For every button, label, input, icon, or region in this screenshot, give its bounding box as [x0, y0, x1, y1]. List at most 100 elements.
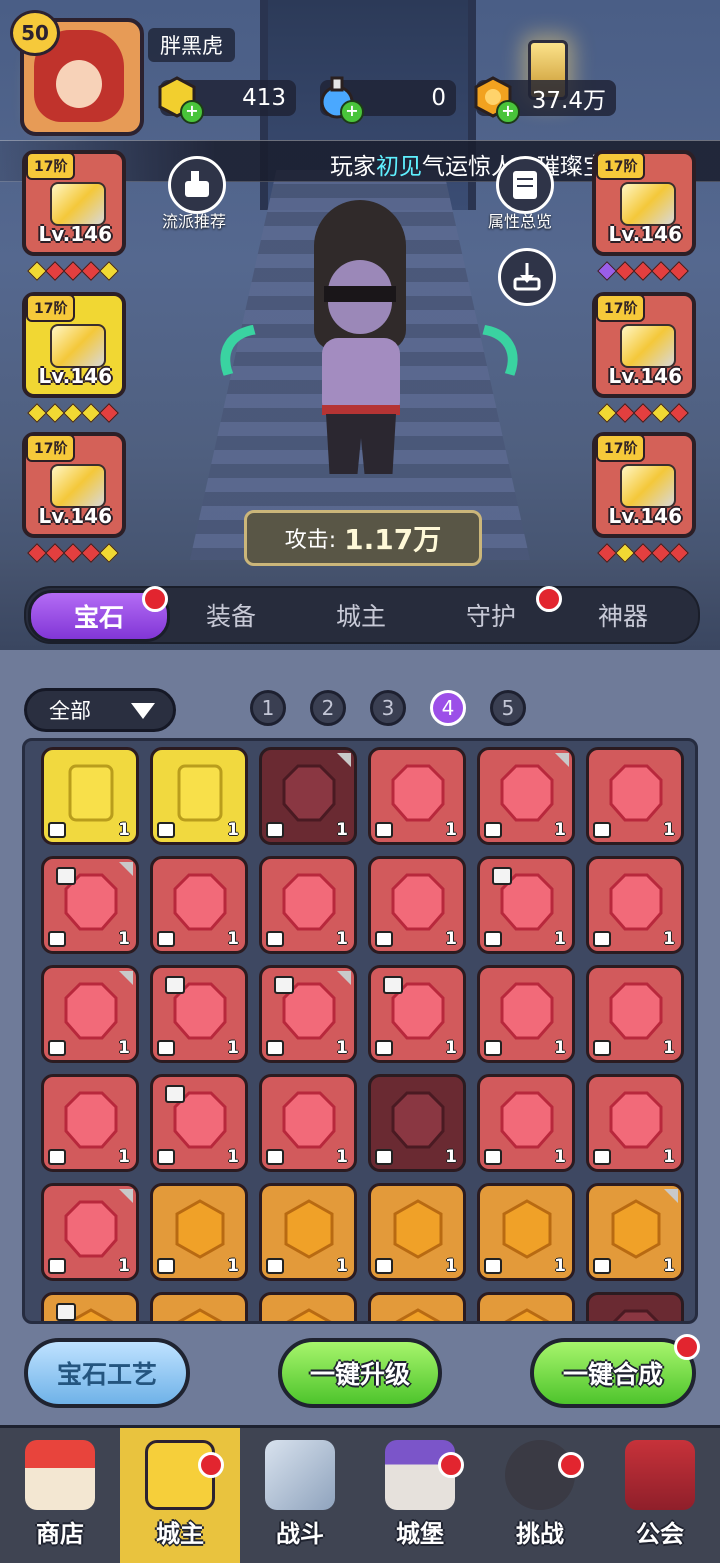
dropdown-triangle-icon — [131, 703, 155, 719]
gem-quantity: 1 — [227, 1038, 239, 1058]
download-button[interactable] — [498, 248, 556, 306]
gem-quantity: 1 — [554, 820, 566, 840]
gem-quantity: 1 — [445, 929, 457, 949]
page-5-button[interactable]: 5 — [490, 690, 526, 726]
nav-battle[interactable]: 战斗 — [240, 1428, 360, 1563]
nav-guild[interactable]: 公会 — [600, 1428, 720, 1563]
player-name: 胖黑虎 — [148, 28, 235, 62]
ruby-gem-icon — [609, 873, 663, 931]
tab-lord[interactable]: 城主 — [296, 588, 426, 642]
category-tab-bar: 宝石 装备 城主 守护 神器 — [24, 586, 700, 644]
equip-level: Lv.146 — [38, 504, 113, 528]
gem-slot[interactable]: 1 — [259, 747, 357, 845]
plus-icon[interactable]: + — [496, 100, 520, 124]
gem-slot[interactable] — [41, 1292, 139, 1321]
gem-slot[interactable]: 1 — [150, 1183, 248, 1281]
gem-slot[interactable]: 1 — [259, 856, 357, 954]
gem-slot[interactable] — [477, 1292, 575, 1321]
page-1-button[interactable]: 1 — [250, 690, 286, 726]
crossed-swords-icon — [265, 1440, 335, 1510]
gem-slot[interactable]: 1 — [368, 1074, 466, 1172]
gold-resource[interactable]: + 37.4万 — [474, 76, 616, 124]
equip-type-icon — [157, 1149, 175, 1165]
equip-slot-ring[interactable]: 17阶 Lv.146 — [592, 292, 696, 398]
gem-slot[interactable]: 1 — [477, 1183, 575, 1281]
gem-slot[interactable]: 1 — [259, 1074, 357, 1172]
nav-challenge[interactable]: 挑战 — [480, 1428, 600, 1563]
gem-slot[interactable]: 1 — [368, 1183, 466, 1281]
nav-shop[interactable]: 商店 — [0, 1428, 120, 1563]
gem-slot[interactable]: 1 — [477, 965, 575, 1063]
ruby-gem-icon — [391, 1091, 445, 1149]
gem-slot[interactable] — [150, 1292, 248, 1321]
equip-gem-dots — [27, 261, 119, 281]
gem-craft-button[interactable]: 宝石工艺 — [24, 1338, 190, 1408]
gem-slot[interactable]: 1 — [41, 747, 139, 845]
gem-slot[interactable]: 1 — [586, 1183, 684, 1281]
equip-slot-hat[interactable]: 17阶 Lv.146 — [22, 150, 126, 256]
equip-type-icon — [593, 931, 611, 947]
page-4-button[interactable]: 4 — [430, 690, 466, 726]
nav-castle[interactable]: 城堡 — [360, 1428, 480, 1563]
tab-equipment[interactable]: 装备 — [166, 588, 296, 642]
gem-slot[interactable]: 1 — [150, 856, 248, 954]
potion-resource[interactable]: + 0 — [320, 76, 456, 124]
gem-slot[interactable]: 1 — [259, 965, 357, 1063]
gem-slot[interactable]: 1 — [368, 747, 466, 845]
gem-slot[interactable]: 1 — [586, 747, 684, 845]
gem-slot[interactable]: 1 — [41, 1183, 139, 1281]
equip-slot-necklace[interactable]: 17阶 Lv.146 — [592, 432, 696, 538]
equip-slot-weapon[interactable]: 17阶 Lv.146 — [592, 150, 696, 256]
equip-gem-dots — [27, 403, 119, 423]
gem-slot[interactable]: 1 — [586, 856, 684, 954]
equip-type-icon — [593, 1149, 611, 1165]
gem-slot[interactable]: 1 — [368, 965, 466, 1063]
gem-slot[interactable]: 1 — [259, 1183, 357, 1281]
gem-slot[interactable] — [259, 1292, 357, 1321]
page-3-button[interactable]: 3 — [370, 690, 406, 726]
gem-filter-dropdown[interactable]: 全部 — [24, 688, 176, 732]
equip-level: Lv.146 — [608, 504, 683, 528]
merge-all-button[interactable]: 一键合成 — [530, 1338, 696, 1408]
cube-resource[interactable]: + 413 — [158, 76, 296, 124]
gem-slot[interactable]: 1 — [586, 965, 684, 1063]
gem-slot[interactable]: 1 — [150, 747, 248, 845]
gem-slot[interactable]: 1 — [586, 1074, 684, 1172]
guild-banner-icon — [625, 1440, 695, 1510]
gem-slot[interactable]: 1 — [477, 747, 575, 845]
equip-type-icon — [375, 1040, 393, 1056]
equip-type-icon — [484, 1258, 502, 1274]
gem-slot[interactable]: 1 — [477, 856, 575, 954]
corner-marker-icon — [119, 971, 133, 985]
equip-level: Lv.146 — [608, 364, 683, 388]
gem-slot[interactable]: 1 — [41, 965, 139, 1063]
corner-marker-icon — [337, 753, 351, 767]
upgrade-all-button[interactable]: 一键升级 — [278, 1338, 442, 1408]
gem-slot[interactable]: 1 — [150, 965, 248, 1063]
gem-slot[interactable]: 1 — [368, 856, 466, 954]
gem-slot[interactable] — [368, 1292, 466, 1321]
equip-slot-armor[interactable]: 17阶 Lv.146 — [22, 292, 126, 398]
gem-slot[interactable]: 1 — [41, 856, 139, 954]
gem-slot[interactable]: 1 — [150, 1074, 248, 1172]
equip-type-icon — [375, 1149, 393, 1165]
plus-icon[interactable]: + — [180, 100, 204, 124]
gem-slot[interactable] — [586, 1292, 684, 1321]
equip-gem-dots — [27, 543, 119, 563]
gem-slot[interactable]: 1 — [41, 1074, 139, 1172]
nav-lord[interactable]: 城主 — [120, 1428, 240, 1563]
notification-dot — [142, 586, 168, 612]
tab-artifact[interactable]: 神器 — [558, 588, 688, 642]
ruby-gem-icon — [282, 1091, 336, 1149]
equip-tier: 17阶 — [596, 152, 646, 180]
corner-marker-icon — [555, 753, 569, 767]
plus-icon[interactable]: + — [340, 100, 364, 124]
ruby-gem-icon — [391, 764, 445, 822]
build-recommend-button[interactable] — [168, 156, 226, 214]
attr-overview-button[interactable] — [496, 156, 554, 214]
gem-slot[interactable]: 1 — [477, 1074, 575, 1172]
equip-slot-boots[interactable]: 17阶 Lv.146 — [22, 432, 126, 538]
nav-label: 战斗 — [276, 1520, 324, 1548]
page-2-button[interactable]: 2 — [310, 690, 346, 726]
equip-type-icon — [484, 822, 502, 838]
